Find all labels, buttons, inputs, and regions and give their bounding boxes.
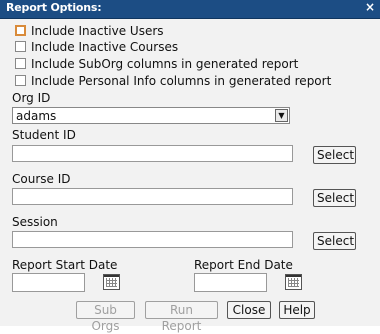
dialog-titlebar[interactable]: Report Options: × xyxy=(0,0,380,19)
option-label: Include Personal Info columns in generat… xyxy=(31,74,332,88)
close-button[interactable]: Close xyxy=(227,301,271,319)
org-id-label: Org ID xyxy=(12,91,51,105)
calendar-icon[interactable] xyxy=(103,274,120,290)
student-select-button[interactable]: Select xyxy=(313,146,356,164)
chevron-down-icon[interactable]: ▼ xyxy=(275,109,288,122)
report-end-date-label: Report End Date xyxy=(194,258,293,272)
calendar-header xyxy=(286,275,301,277)
course-select-button[interactable]: Select xyxy=(313,189,356,207)
calendar-header xyxy=(104,275,119,277)
dialog-title: Report Options: xyxy=(6,1,102,14)
checkbox-inactive-courses[interactable] xyxy=(15,41,26,52)
close-icon[interactable]: × xyxy=(365,0,375,14)
help-button[interactable]: Help xyxy=(279,301,315,319)
student-id-label: Student ID xyxy=(12,128,76,142)
report-end-date-input[interactable] xyxy=(194,273,267,292)
calendar-icon[interactable] xyxy=(285,274,302,290)
checkbox-personal-info[interactable] xyxy=(15,75,26,86)
option-label: Include Inactive Courses xyxy=(31,40,179,54)
checkbox-inactive-users[interactable] xyxy=(15,25,26,36)
sub-orgs-button[interactable]: Sub Orgs xyxy=(76,301,135,333)
session-input[interactable] xyxy=(12,231,293,248)
calendar-grid xyxy=(106,278,117,287)
report-options-dialog: Report Options: × Include Inactive Users… xyxy=(0,0,380,333)
session-select-button[interactable]: Select xyxy=(313,232,356,250)
student-id-input[interactable] xyxy=(12,145,293,162)
run-report-button[interactable]: Run Report xyxy=(145,301,218,333)
calendar-grid xyxy=(288,278,299,287)
report-start-date-label: Report Start Date xyxy=(12,258,118,272)
org-id-value: adams xyxy=(16,109,57,123)
checkbox-suborg-columns[interactable] xyxy=(15,58,26,69)
course-id-label: Course ID xyxy=(12,172,71,186)
report-start-date-input[interactable] xyxy=(12,273,85,292)
course-id-input[interactable] xyxy=(12,188,293,205)
option-label: Include SubOrg columns in generated repo… xyxy=(31,57,299,71)
session-label: Session xyxy=(12,215,58,229)
option-label: Include Inactive Users xyxy=(31,24,164,38)
org-id-select[interactable]: adams ▼ xyxy=(12,107,290,124)
